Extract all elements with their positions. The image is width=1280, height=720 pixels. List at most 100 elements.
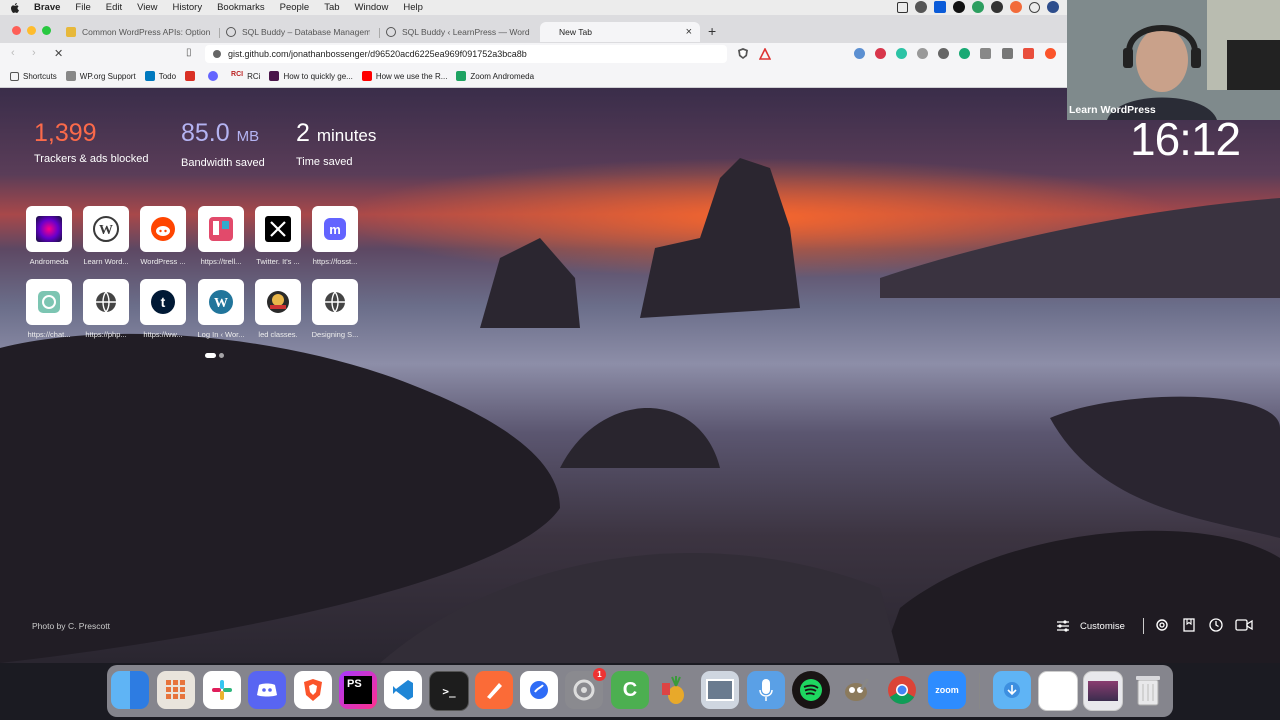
address-bar[interactable]: gist.github.com/jonathanbossenger/d96520… — [205, 45, 727, 63]
apple-icon[interactable] — [10, 2, 22, 14]
phpstorm-icon[interactable]: PS — [339, 671, 377, 709]
extension-grammarly-icon[interactable] — [896, 48, 907, 59]
signal-app-icon[interactable] — [520, 671, 558, 709]
menu-file[interactable]: File — [75, 2, 90, 13]
close-window-button[interactable] — [12, 26, 21, 35]
shortcut-trello[interactable]: https://trell... — [191, 206, 251, 266]
preview-app-icon[interactable] — [701, 671, 739, 709]
m-app-status-icon[interactable] — [1010, 1, 1022, 13]
tab-sql-buddy-learnpress[interactable]: SQL Buddy ‹ LearnPress — WordPr — [386, 22, 536, 42]
pineapple-app-icon[interactable] — [656, 671, 694, 709]
site-info-icon[interactable] — [213, 50, 221, 58]
settings-gear-icon[interactable] — [1154, 617, 1170, 633]
extension-puzzle-icon[interactable] — [1002, 48, 1013, 59]
shortcut-wp-login[interactable]: W Log In ‹ Wor... — [191, 279, 251, 339]
bookmark-zoom-andromeda[interactable]: Zoom Andromeda — [456, 71, 534, 81]
close-tab-icon[interactable]: × — [686, 26, 692, 38]
brave-menu-icon[interactable] — [1045, 48, 1056, 59]
browser-window-thumbnail[interactable] — [1083, 671, 1123, 711]
extension-g-icon[interactable] — [959, 48, 970, 59]
bookmark-how-we-use[interactable]: How we use the R... — [361, 71, 447, 81]
menu-edit[interactable]: Edit — [106, 2, 122, 13]
photo-credit-author[interactable]: C. Prescott — [68, 621, 110, 631]
extension-gear-icon[interactable] — [938, 48, 949, 59]
terminal-icon[interactable]: >_ — [429, 671, 469, 711]
bookmark-quickly[interactable]: How to quickly ge... — [269, 71, 353, 81]
stop-loading-icon[interactable]: ✕ — [54, 47, 63, 60]
shortcut-twitter[interactable]: Twitter. It's ... — [248, 206, 308, 266]
shortcut-tumblr[interactable]: t https://ww... — [133, 279, 193, 339]
grammarly-status-icon[interactable] — [972, 1, 984, 13]
back-arrow-icon[interactable]: ‹ — [11, 47, 15, 59]
launchpad-icon[interactable] — [157, 671, 195, 709]
extension-globe-icon[interactable] — [854, 48, 865, 59]
bookmark-mastodon[interactable] — [208, 71, 222, 81]
zoom-icon[interactable]: zoom — [928, 671, 966, 709]
chrome-icon[interactable] — [883, 671, 921, 709]
menu-view[interactable]: View — [137, 2, 157, 13]
bookmark-rci[interactable]: RCI RCi — [231, 71, 260, 81]
extension-record-icon[interactable] — [875, 48, 886, 59]
trash-icon[interactable] — [1129, 671, 1167, 709]
extension-wallet-icon[interactable] — [1023, 48, 1034, 59]
bookmark-shortcuts[interactable]: Shortcuts — [10, 71, 57, 81]
shortcut-php[interactable]: https://php... — [76, 279, 136, 339]
vscode-icon[interactable] — [384, 671, 422, 709]
menu-tab[interactable]: Tab — [324, 2, 339, 13]
onepassword-status-icon[interactable] — [1047, 1, 1059, 13]
customise-button[interactable]: Customise — [1056, 618, 1144, 634]
history-icon[interactable] — [1208, 617, 1224, 633]
pencil-app-icon[interactable] — [475, 671, 513, 709]
gimp-icon[interactable] — [837, 671, 875, 709]
circle-status-icon[interactable] — [1029, 1, 1040, 13]
bookmark-todo[interactable]: Todo — [144, 71, 176, 81]
pager-dot-active[interactable] — [205, 353, 216, 358]
minimize-window-button[interactable] — [27, 26, 36, 35]
shortcut-chatgpt[interactable]: https://chat... — [19, 279, 79, 339]
menu-app-name[interactable]: Brave — [34, 2, 60, 13]
menu-bookmarks[interactable]: Bookmarks — [217, 2, 265, 13]
zoom-window-button[interactable] — [42, 26, 51, 35]
discord-icon[interactable] — [248, 671, 286, 709]
new-tab-plus-icon[interactable]: + — [708, 23, 716, 39]
url-text: gist.github.com/jonathanbossenger/d96520… — [228, 49, 527, 59]
pager-dot[interactable] — [219, 353, 224, 358]
window-thumbnail-icon[interactable] — [1038, 671, 1078, 711]
downloads-folder-icon[interactable] — [993, 671, 1031, 709]
camtasia-icon[interactable]: C — [611, 671, 649, 709]
bookmarks-icon[interactable] — [1181, 617, 1197, 633]
microphone-app-icon[interactable] — [747, 671, 785, 709]
forward-arrow-icon[interactable]: › — [32, 47, 36, 59]
shortcut-designing[interactable]: Designing S... — [305, 279, 365, 339]
tab-sql-buddy[interactable]: SQL Buddy – Database Manageme — [226, 22, 376, 42]
menu-history[interactable]: History — [173, 2, 203, 13]
notification-status-icon[interactable] — [991, 1, 1003, 13]
audio-status-icon[interactable] — [953, 1, 965, 13]
bookmark-gmail[interactable] — [185, 71, 199, 81]
shortcut-learn-wordpress[interactable]: W Learn Word... — [76, 206, 136, 266]
shortcut-reddit-wordpress[interactable]: WordPress ... — [133, 206, 193, 266]
spotify-icon[interactable] — [792, 671, 830, 709]
cloud-status-icon[interactable] — [915, 1, 927, 13]
extension-s-icon[interactable] — [980, 48, 991, 59]
menu-help[interactable]: Help — [403, 2, 423, 13]
extension-smile-icon[interactable] — [917, 48, 928, 59]
video-camera-icon[interactable] — [1235, 617, 1253, 633]
dropbox-icon[interactable] — [934, 1, 946, 13]
brave-shields-icon[interactable] — [737, 47, 749, 65]
menu-people[interactable]: People — [280, 2, 310, 13]
tab-wordpress-apis[interactable]: Common WordPress APIs: Options — [66, 22, 216, 42]
shortcut-mastodon[interactable]: m https://fosst... — [305, 206, 365, 266]
slack-icon[interactable] — [203, 671, 241, 709]
shortcut-andromeda[interactable]: Andromeda — [19, 206, 79, 266]
shortcut-led-classes[interactable]: led classes. — [248, 279, 308, 339]
bookmark-wp-support[interactable]: WP.org Support — [65, 71, 136, 81]
menu-window[interactable]: Window — [355, 2, 389, 13]
brave-rewards-icon[interactable] — [758, 47, 772, 65]
tab-new-tab[interactable]: New Tab × — [540, 22, 700, 42]
system-settings-icon[interactable]: 1 — [565, 668, 606, 709]
bookmark-icon[interactable]: ▯ — [186, 47, 192, 58]
finder-icon[interactable] — [111, 671, 149, 709]
list-status-icon[interactable] — [897, 1, 908, 13]
brave-browser-icon[interactable] — [294, 671, 332, 709]
